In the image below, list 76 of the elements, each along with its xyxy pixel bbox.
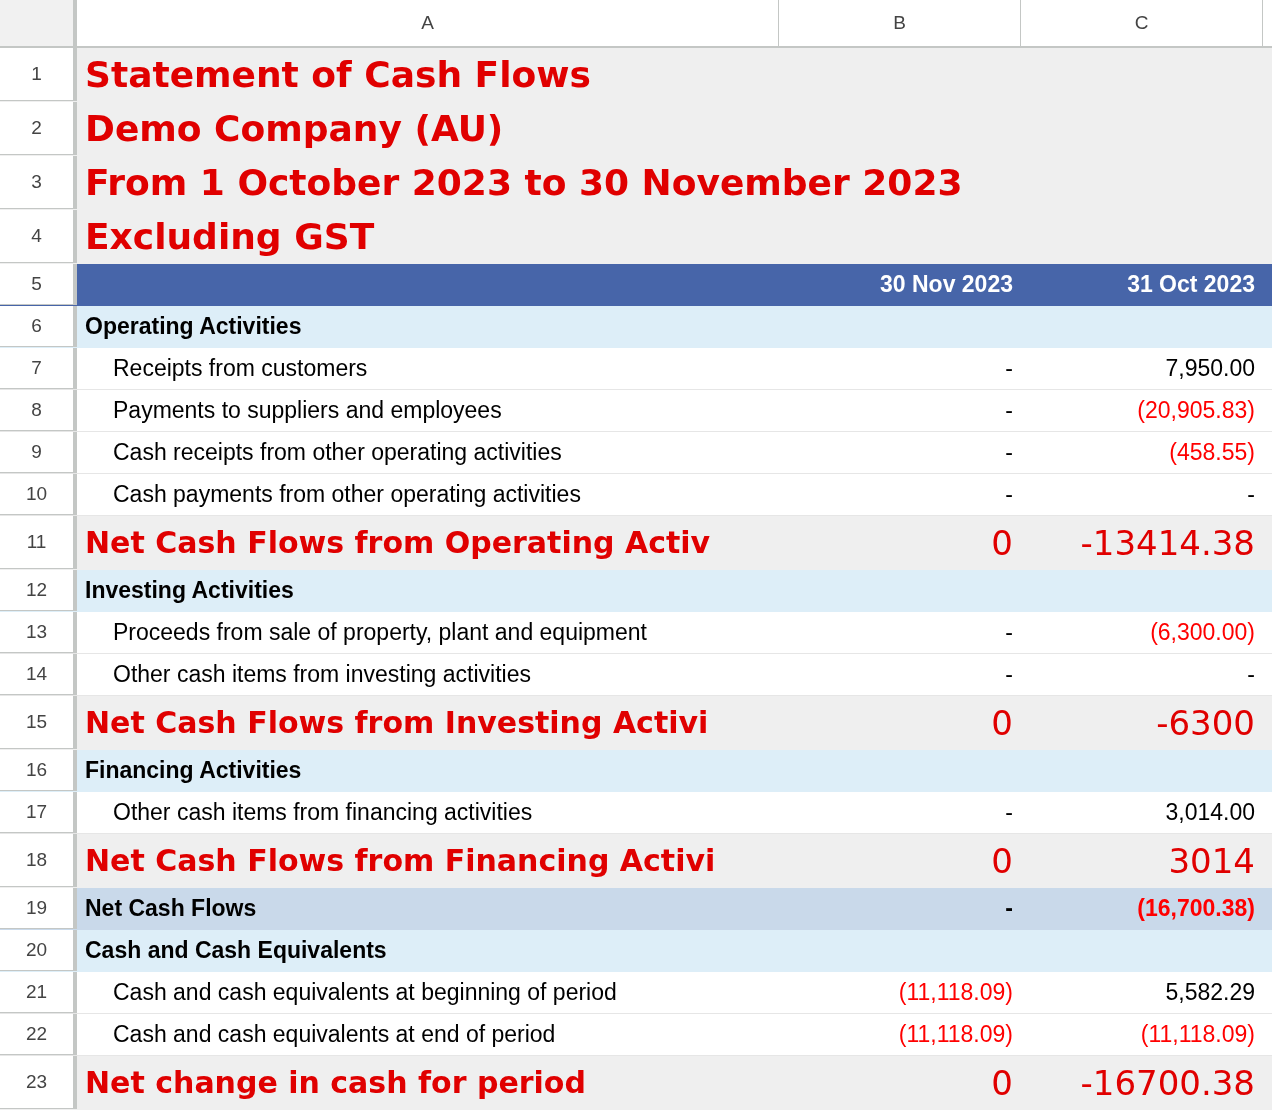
- section-label: Cash and Cash Equivalents: [85, 937, 387, 964]
- amount-cell: -16700.38: [1080, 1062, 1255, 1103]
- amount-cell: 7,950.00: [1165, 355, 1255, 382]
- row-header[interactable]: 2: [0, 102, 77, 155]
- line-item-label: Other cash items from financing activities: [112, 799, 533, 826]
- section-label: Operating Activities: [85, 313, 302, 340]
- amount-cell: -13414.38: [1080, 522, 1255, 563]
- amount-cell: -: [1005, 619, 1013, 646]
- row-header[interactable]: 8: [0, 390, 77, 431]
- row-header[interactable]: 20: [0, 930, 77, 971]
- report-title: Demo Company (AU): [85, 108, 504, 149]
- amount-cell: -: [1247, 661, 1255, 688]
- row-header[interactable]: 4: [0, 210, 77, 263]
- row-header[interactable]: 23: [0, 1056, 77, 1109]
- amount-cell: -: [1005, 895, 1013, 922]
- report-title: Excluding GST: [85, 216, 375, 257]
- line-item-label: Cash payments from other operating activities: [112, 481, 581, 508]
- row-header[interactable]: 11: [0, 516, 77, 569]
- row-header[interactable]: 10: [0, 474, 77, 515]
- report-title: From 1 October 2023 to 30 November 2023: [85, 162, 963, 203]
- row-header[interactable]: 21: [0, 972, 77, 1013]
- row-header[interactable]: 19: [0, 888, 77, 929]
- row-header[interactable]: 5: [0, 264, 77, 305]
- row-header[interactable]: 16: [0, 750, 77, 791]
- total-label: Net Cash Flows from Operating Activ: [85, 525, 711, 560]
- line-item-label: Cash receipts from other operating activities: [112, 439, 562, 466]
- row-header[interactable]: 1: [0, 48, 77, 101]
- row-header[interactable]: 6: [0, 306, 77, 347]
- amount-cell: (6,300.00): [1150, 619, 1255, 646]
- section-label: Investing Activities: [85, 577, 294, 604]
- amount-cell: 0: [991, 522, 1013, 563]
- report-title: Statement of Cash Flows: [85, 54, 591, 95]
- amount-cell: -6300: [1156, 702, 1255, 743]
- amount-cell: (458.55): [1169, 439, 1255, 466]
- row-header[interactable]: 9: [0, 432, 77, 473]
- line-item-label: Payments to suppliers and employees: [112, 397, 502, 424]
- line-item-label: Receipts from customers: [112, 355, 368, 382]
- row-header[interactable]: 3: [0, 156, 77, 209]
- row-header[interactable]: 15: [0, 696, 77, 749]
- amount-cell: (16,700.38): [1137, 895, 1255, 922]
- amount-cell: 0: [991, 702, 1013, 743]
- amount-cell: 0: [991, 840, 1013, 881]
- line-item-label: Cash and cash equivalents at end of period: [112, 1021, 556, 1048]
- row-header[interactable]: 7: [0, 348, 77, 389]
- row-header[interactable]: 18: [0, 834, 77, 887]
- amount-cell: -: [1247, 481, 1255, 508]
- amount-cell: 0: [991, 1062, 1013, 1103]
- line-item-label: Cash and cash equivalents at beginning of period: [112, 979, 617, 1006]
- corner-cell[interactable]: [0, 0, 77, 46]
- amount-cell: -: [1005, 661, 1013, 688]
- line-item-label: Other cash items from investing activities: [112, 661, 531, 688]
- section-label: Financing Activities: [85, 757, 302, 784]
- row-header[interactable]: 12: [0, 570, 77, 611]
- amount-cell: 30 Nov 2023: [880, 271, 1013, 298]
- section-label: Net Cash Flows: [85, 895, 257, 922]
- amount-cell: -: [1005, 481, 1013, 508]
- amount-cell: (11,118.09): [1140, 1021, 1255, 1048]
- amount-cell: 5,582.29: [1165, 979, 1255, 1006]
- amount-cell: (11,118.09): [898, 1021, 1013, 1048]
- amount-cell: (11,118.09): [898, 979, 1013, 1006]
- line-item-label: Proceeds from sale of property, plant and equipment: [112, 619, 647, 646]
- total-label: Net change in cash for period: [85, 1065, 586, 1100]
- total-label: Net Cash Flows from Investing Activi: [85, 705, 709, 740]
- amount-cell: -: [1005, 799, 1013, 826]
- row-header[interactable]: 22: [0, 1014, 77, 1055]
- row-header[interactable]: 14: [0, 654, 77, 695]
- amount-cell: -: [1005, 397, 1013, 424]
- amount-cell: 31 Oct 2023: [1127, 271, 1255, 298]
- amount-cell: 3,014.00: [1165, 799, 1255, 826]
- row-header[interactable]: 17: [0, 792, 77, 833]
- row-header[interactable]: 13: [0, 612, 77, 653]
- amount-cell: (20,905.83): [1137, 397, 1255, 424]
- amount-cell: -: [1005, 439, 1013, 466]
- amount-cell: 3014: [1168, 840, 1255, 881]
- total-label: Net Cash Flows from Financing Activi: [85, 843, 716, 878]
- amount-cell: -: [1005, 355, 1013, 382]
